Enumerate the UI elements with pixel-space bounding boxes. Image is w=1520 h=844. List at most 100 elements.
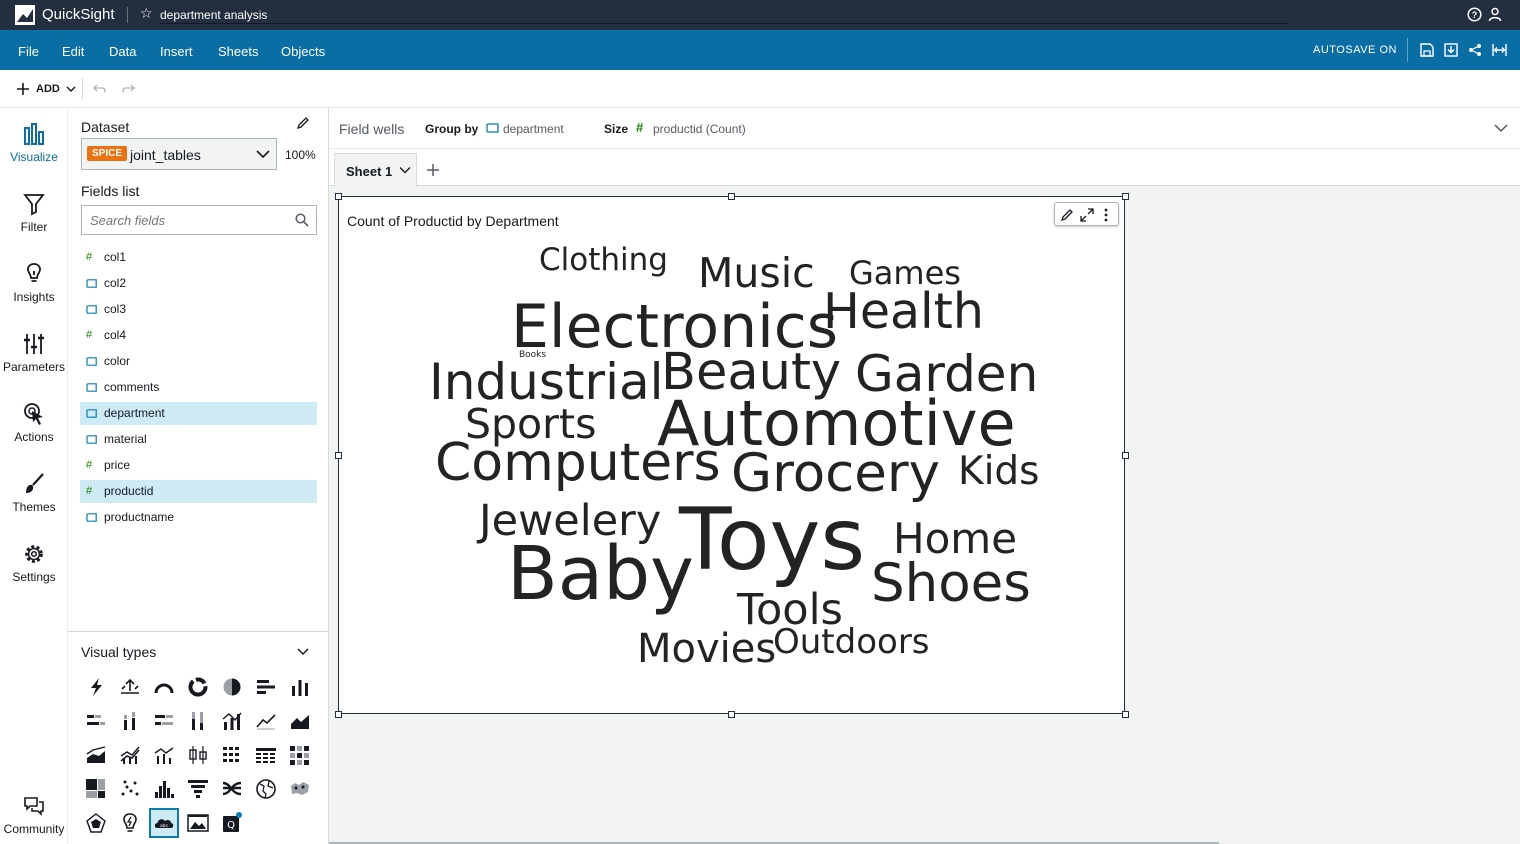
field-item[interactable]: material (80, 428, 317, 451)
visual-type-percent-vertical-bar[interactable] (183, 706, 213, 736)
visual-type-tree-map[interactable] (81, 774, 111, 804)
resize-handle[interactable] (334, 451, 342, 459)
visual-type-autograph[interactable] (81, 672, 111, 702)
visual-type-kpi[interactable] (115, 672, 145, 702)
resize-handle[interactable] (1121, 451, 1129, 459)
visual-type-pivot-table[interactable] (217, 740, 247, 770)
field-item[interactable]: comments (80, 376, 317, 399)
nav-community[interactable]: Community (0, 796, 68, 836)
size-value[interactable]: productid (Count) (653, 122, 746, 136)
visual-type-donut[interactable] (183, 672, 213, 702)
save-icon[interactable] (1420, 43, 1434, 57)
field-item[interactable]: color (80, 350, 317, 373)
word-cloud-visual[interactable]: Count of Productid by Department Clothin… (338, 196, 1125, 714)
visual-type-area-chart[interactable] (285, 706, 315, 736)
field-item[interactable]: # productid (80, 480, 317, 503)
nav-visualize[interactable]: Visualize (0, 122, 68, 164)
chevron-down-icon[interactable] (1494, 123, 1508, 133)
menu-file[interactable]: File (18, 44, 39, 59)
add-sheet-plus-icon[interactable] (426, 163, 440, 177)
visual-type-sankey[interactable] (217, 774, 247, 804)
resize-handle[interactable] (334, 192, 342, 200)
search-input[interactable] (90, 212, 280, 228)
visual-type-gauge[interactable] (149, 672, 179, 702)
chevron-down-icon[interactable] (297, 647, 309, 657)
nav-settings[interactable]: Settings (0, 542, 68, 584)
visual-type-funnel-chart[interactable] (183, 774, 213, 804)
visual-type-box-plot[interactable] (183, 740, 213, 770)
word-cloud-word[interactable]: Baby (507, 537, 694, 611)
field-item[interactable]: # col1 (80, 246, 317, 269)
dimension-tag-icon (86, 428, 98, 453)
word-cloud-word[interactable]: Toys (679, 497, 865, 583)
autosave-status[interactable]: AUTOSAVE ON (1313, 44, 1397, 56)
resize-handle[interactable] (728, 710, 735, 718)
word-cloud-word[interactable]: Outdoors (773, 625, 930, 659)
visual-type-heat-map[interactable] (285, 740, 315, 770)
visual-type-scatter-plot[interactable] (115, 774, 145, 804)
visual-type-area-line[interactable] (81, 740, 111, 770)
user-icon[interactable] (1488, 7, 1502, 22)
visual-type-word-cloud[interactable]: abc (149, 808, 179, 838)
menu-objects[interactable]: Objects (281, 44, 325, 59)
visual-type-pie[interactable] (217, 672, 247, 702)
visual-type-combo-chart[interactable] (217, 706, 247, 736)
field-item[interactable]: # col4 (80, 324, 317, 347)
visual-type-percent-horizontal-bar[interactable] (149, 706, 179, 736)
help-icon[interactable]: ? (1467, 7, 1482, 22)
visual-type-horizontal-bar[interactable] (251, 672, 281, 702)
word-cloud-word[interactable]: Music (698, 253, 815, 294)
resize-handle[interactable] (1121, 192, 1129, 200)
menu-insert[interactable]: Insert (160, 44, 193, 59)
visual-type-line-chart[interactable] (251, 706, 281, 736)
share-icon[interactable] (1468, 43, 1482, 57)
redo-icon[interactable] (121, 82, 135, 94)
resize-handle[interactable] (334, 710, 342, 718)
visual-type-image[interactable] (183, 808, 213, 838)
menu-data[interactable]: Data (109, 44, 136, 59)
field-item[interactable]: productname (80, 506, 317, 529)
word-cloud-word[interactable]: Shoes (871, 557, 1031, 610)
visual-type-histogram[interactable] (149, 774, 179, 804)
nav-parameters[interactable]: Parameters (0, 332, 68, 374)
visual-type-table[interactable] (251, 740, 281, 770)
resize-handle[interactable] (728, 192, 735, 200)
nav-actions[interactable]: Actions (0, 402, 68, 444)
visual-type-stacked-horizontal-bar[interactable] (81, 706, 111, 736)
tab-sheet-1[interactable]: Sheet 1 (334, 153, 417, 186)
visual-type-stacked-vertical-bar[interactable] (115, 706, 145, 736)
field-item[interactable]: col2 (80, 272, 317, 295)
word-cloud-word[interactable]: Movies (637, 629, 776, 669)
word-cloud-word[interactable]: Clothing (539, 245, 668, 276)
menu-sheets[interactable]: Sheets (218, 44, 258, 59)
favorite-star-icon[interactable]: ☆ (140, 5, 153, 22)
edit-dataset-icon[interactable] (296, 116, 310, 130)
fit-width-icon[interactable] (1492, 43, 1507, 57)
nav-insights[interactable]: Insights (0, 262, 68, 304)
resize-handle[interactable] (1121, 710, 1129, 718)
visual-type-insight[interactable] (115, 808, 145, 838)
visual-type-points-on-map[interactable] (285, 774, 315, 804)
undo-icon[interactable] (93, 82, 107, 94)
visual-type-radar-chart[interactable] (81, 808, 111, 838)
group-by-value[interactable]: department (503, 122, 564, 136)
nav-filter[interactable]: Filter (0, 192, 68, 234)
analysis-title[interactable]: department analysis (160, 8, 267, 22)
add-button[interactable]: ADD (16, 80, 77, 98)
menu-edit[interactable]: Edit (62, 44, 84, 59)
dataset-select[interactable]: SPICE joint_tables (81, 138, 277, 170)
nav-themes[interactable]: Themes (0, 472, 68, 514)
field-item[interactable]: # price (80, 454, 317, 477)
field-wells-title[interactable]: Field wells (339, 121, 404, 137)
visual-type-combo-line-bar[interactable] (149, 740, 179, 770)
visual-type-multi-line[interactable] (115, 740, 145, 770)
word-cloud-word[interactable]: Health (823, 287, 984, 336)
visual-type-narrative[interactable]: Q (217, 808, 247, 838)
download-icon[interactable] (1444, 43, 1458, 57)
word-cloud-word[interactable]: Computers (435, 437, 721, 489)
word-cloud-word[interactable]: Kids (958, 452, 1040, 491)
field-item[interactable]: department (80, 402, 317, 425)
visual-type-filled-map[interactable] (251, 774, 281, 804)
visual-type-vertical-bar[interactable] (285, 672, 315, 702)
field-item[interactable]: col3 (80, 298, 317, 321)
